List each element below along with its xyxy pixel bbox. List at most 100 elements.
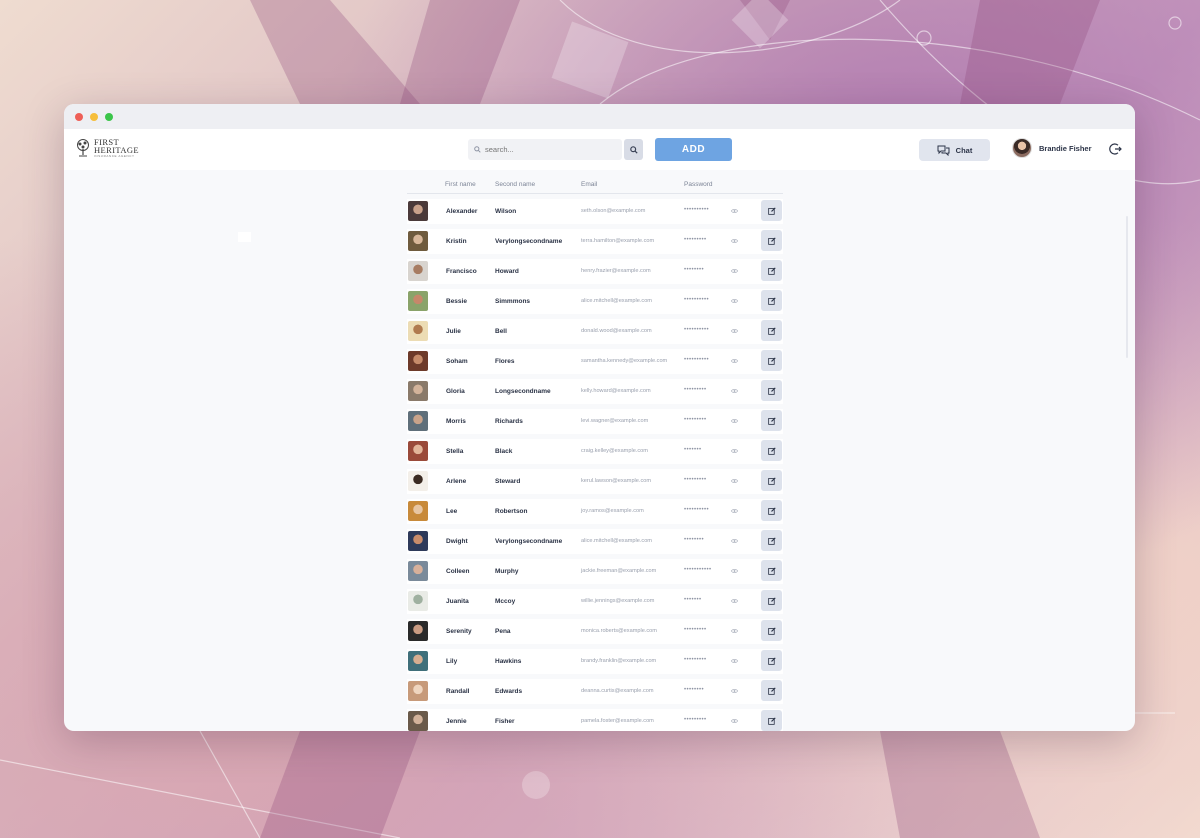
sidebar-placeholder <box>238 232 251 242</box>
show-password-eye-icon[interactable] <box>731 268 738 274</box>
edit-button[interactable] <box>761 290 782 311</box>
table-row[interactable]: Lily Hawkins brandy.franklin@example.com… <box>407 649 783 674</box>
column-header-first-name[interactable]: First name <box>445 181 476 188</box>
maximize-window-button[interactable] <box>105 112 113 121</box>
edit-button[interactable] <box>761 200 782 221</box>
edit-button[interactable] <box>761 350 782 371</box>
show-password-eye-icon[interactable] <box>731 538 738 544</box>
search-button[interactable] <box>624 139 643 160</box>
edit-button[interactable] <box>761 320 782 341</box>
first-name-cell: Alexander <box>446 207 478 215</box>
user-avatar <box>408 591 428 611</box>
edit-icon <box>767 566 776 575</box>
logout-icon[interactable] <box>1109 142 1123 156</box>
show-password-eye-icon[interactable] <box>731 478 738 484</box>
column-header-password[interactable]: Password <box>684 181 713 188</box>
edit-icon <box>767 296 776 305</box>
show-password-eye-icon[interactable] <box>731 208 738 214</box>
edit-button[interactable] <box>761 590 782 611</box>
user-avatar <box>408 411 428 431</box>
table-row[interactable]: Francisco Howard henry.frazier@example.c… <box>407 259 783 284</box>
email-cell: kelly.howard@example.com <box>581 388 651 394</box>
edit-button[interactable] <box>761 530 782 551</box>
column-header-email[interactable]: Email <box>581 181 597 188</box>
user-avatar <box>408 351 428 371</box>
table-row[interactable]: Kristin Verylongsecondname terra.hamilto… <box>407 229 783 254</box>
edit-button[interactable] <box>761 500 782 521</box>
table-row[interactable]: Gloria Longsecondname kelly.howard@examp… <box>407 379 783 404</box>
edit-icon <box>767 446 776 455</box>
edit-button[interactable] <box>761 410 782 431</box>
table-row[interactable]: Alexander Wilson seth.olson@example.com … <box>407 199 783 224</box>
table-row[interactable]: Arlene Steward kerul.lawson@example.com … <box>407 469 783 494</box>
table-row[interactable]: Randall Edwards deanna.curtis@example.co… <box>407 679 783 704</box>
table-row[interactable]: Bessie Simmmons alice.mitchell@example.c… <box>407 289 783 314</box>
show-password-eye-icon[interactable] <box>731 238 738 244</box>
minimize-window-button[interactable] <box>90 112 98 121</box>
show-password-eye-icon[interactable] <box>731 448 738 454</box>
edit-button[interactable] <box>761 560 782 581</box>
table-row[interactable]: Julie Bell donald.wood@example.com •••••… <box>407 319 783 344</box>
table-row[interactable]: Serenity Pena monica.roberts@example.com… <box>407 619 783 644</box>
show-password-eye-icon[interactable] <box>731 328 738 334</box>
table-row[interactable]: Juanita Mccoy willie.jennings@example.co… <box>407 589 783 614</box>
table-row[interactable]: Soham Flores samantha.kennedy@example.co… <box>407 349 783 374</box>
show-password-eye-icon[interactable] <box>731 298 738 304</box>
edit-icon <box>767 506 776 515</box>
show-password-eye-icon[interactable] <box>731 718 738 724</box>
show-password-eye-icon[interactable] <box>731 688 738 694</box>
table-row[interactable]: Dwight Verylongsecondname alice.mitchell… <box>407 529 783 554</box>
password-cell: •••••••• <box>684 687 705 693</box>
table-row[interactable]: Jennie Fisher pamela.foster@example.com … <box>407 709 783 731</box>
edit-button[interactable] <box>761 260 782 281</box>
second-name-cell: Wilson <box>495 207 517 215</box>
table-row[interactable]: Lee Robertson joy.ramos@example.com ••••… <box>407 499 783 524</box>
close-window-button[interactable] <box>75 112 83 121</box>
show-password-eye-icon[interactable] <box>731 658 738 664</box>
first-name-cell: Lee <box>446 507 458 515</box>
edit-button[interactable] <box>761 470 782 491</box>
show-password-eye-icon[interactable] <box>731 358 738 364</box>
email-cell: terra.hamilton@example.com <box>581 238 655 244</box>
user-avatar <box>408 501 428 521</box>
show-password-eye-icon[interactable] <box>731 508 738 514</box>
company-logo[interactable]: FIRST HERITAGE INSURANCE AGENCY <box>75 138 139 158</box>
column-header-second-name[interactable]: Second name <box>495 181 535 188</box>
edit-button[interactable] <box>761 710 782 731</box>
password-cell: •••••••• <box>684 537 705 543</box>
password-cell: ••••••••• <box>684 387 707 393</box>
password-cell: ••••••••• <box>684 417 707 423</box>
first-name-cell: Randall <box>446 687 470 695</box>
add-button[interactable]: ADD <box>655 138 732 161</box>
user-profile[interactable]: Brandie Fisher <box>1012 138 1092 158</box>
app-window: FIRST HERITAGE INSURANCE AGENCY ADD <box>64 104 1135 731</box>
user-avatar <box>408 531 428 551</box>
show-password-eye-icon[interactable] <box>731 568 738 574</box>
show-password-eye-icon[interactable] <box>731 628 738 634</box>
edit-icon <box>767 626 776 635</box>
password-cell: ••••••••• <box>684 657 707 663</box>
second-name-cell: Pena <box>495 627 511 635</box>
email-cell: brandy.franklin@example.com <box>581 658 657 664</box>
edit-button[interactable] <box>761 230 782 251</box>
show-password-eye-icon[interactable] <box>731 388 738 394</box>
password-cell: •••••••••• <box>684 297 710 303</box>
chat-button[interactable]: Chat <box>919 139 990 161</box>
email-cell: donald.wood@example.com <box>581 328 652 334</box>
table-row[interactable]: Morris Richards levi.wagner@example.com … <box>407 409 783 434</box>
edit-button[interactable] <box>761 440 782 461</box>
table-row[interactable]: Colleen Murphy jackie.freeman@example.co… <box>407 559 783 584</box>
edit-button[interactable] <box>761 380 782 401</box>
search-input[interactable] <box>485 145 615 154</box>
table-row[interactable]: Stella Black craig.kelley@example.com ••… <box>407 439 783 464</box>
edit-icon <box>767 356 776 365</box>
user-name: Brandie Fisher <box>1039 143 1092 153</box>
show-password-eye-icon[interactable] <box>731 418 738 424</box>
edit-button[interactable] <box>761 680 782 701</box>
user-avatar <box>408 381 428 401</box>
scrollbar[interactable] <box>1126 216 1128 358</box>
edit-icon <box>767 656 776 665</box>
edit-button[interactable] <box>761 620 782 641</box>
edit-button[interactable] <box>761 650 782 671</box>
show-password-eye-icon[interactable] <box>731 598 738 604</box>
